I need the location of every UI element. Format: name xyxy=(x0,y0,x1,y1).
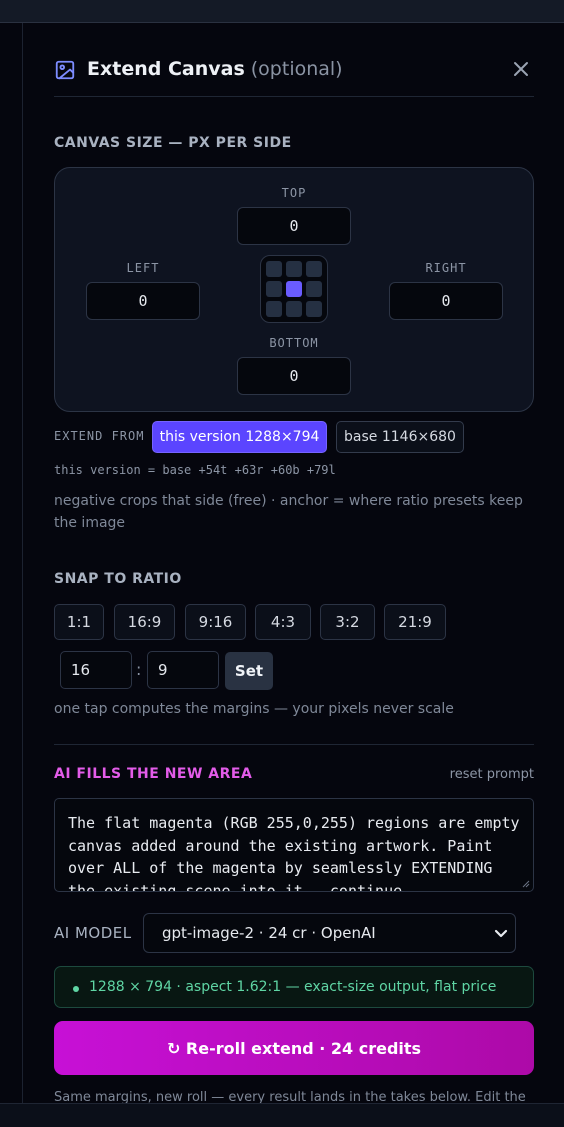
version-info: this version = base +54t +63r +60b +79l xyxy=(54,463,336,477)
right-label: RIGHT xyxy=(425,261,467,275)
right-input[interactable]: 0 xyxy=(389,282,503,320)
ratio-note: one tap computes the margins — your pixe… xyxy=(54,701,454,717)
ai-model-label: AI MODEL xyxy=(54,924,132,942)
left-label: LEFT xyxy=(126,261,160,275)
reset-prompt-link[interactable]: reset prompt xyxy=(450,767,534,782)
extend-from-label: EXTEND FROM xyxy=(54,429,145,443)
output-info-text: 1288 × 794 · aspect 1.62:1 — exact-size … xyxy=(89,979,497,995)
anchor-bottom-left[interactable] xyxy=(266,301,282,317)
top-label: TOP xyxy=(281,186,307,200)
top-input[interactable]: 0 xyxy=(237,207,351,245)
anchor-bottom-right[interactable] xyxy=(306,301,322,317)
optional-tag: (optional) xyxy=(250,58,343,80)
extend-from-this-version[interactable]: this version 1288×794 xyxy=(152,421,327,453)
canvas-size-box: TOP 0 LEFT 0 RIGHT 0 BOTTOM 0 xyxy=(54,167,534,412)
canvas-size-label: CANVAS SIZE — PX PER SIDE xyxy=(54,135,292,151)
ratio-4-3-button[interactable]: 4:3 xyxy=(255,604,311,640)
extend-from-row: EXTEND FROM this version 1288×794 base 1… xyxy=(54,421,534,453)
header-divider xyxy=(54,96,534,97)
prompt-textarea[interactable]: The flat magenta (RGB 255,0,255) regions… xyxy=(54,798,534,892)
left-divider xyxy=(22,23,23,1103)
reroll-extend-button[interactable]: ↻ Re-roll extend · 24 credits xyxy=(54,1021,534,1075)
ai-fill-label: AI FILLS THE NEW AREA xyxy=(54,766,253,782)
footer-note: Same margins, new roll — every result la… xyxy=(54,1090,526,1103)
crop-note: negative crops that side (free) · anchor… xyxy=(54,493,523,531)
ratio-width-input[interactable]: 16 xyxy=(60,651,132,689)
panel-title: Extend Canvas (optional) xyxy=(87,58,343,80)
anchor-right[interactable] xyxy=(306,281,322,297)
anchor-top-right[interactable] xyxy=(306,261,322,277)
ai-model-value: gpt-image-2 · 24 cr · OpenAI xyxy=(162,924,376,942)
section-divider xyxy=(54,744,534,745)
extend-from-base[interactable]: base 1146×680 xyxy=(336,421,464,453)
left-input[interactable]: 0 xyxy=(86,282,200,320)
panel-header: Extend Canvas (optional) xyxy=(54,53,534,87)
anchor-grid xyxy=(260,255,328,323)
anchor-center[interactable] xyxy=(286,281,302,297)
ratio-height-input[interactable]: 9 xyxy=(147,651,219,689)
prompt-text: The flat magenta (RGB 255,0,255) regions… xyxy=(68,814,520,892)
close-icon[interactable] xyxy=(512,60,530,78)
anchor-top-left[interactable] xyxy=(266,261,282,277)
ratio-21-9-button[interactable]: 21:9 xyxy=(384,604,446,640)
anchor-bottom[interactable] xyxy=(286,301,302,317)
set-ratio-button[interactable]: Set xyxy=(225,652,273,690)
top-bar xyxy=(0,0,564,23)
output-info-banner: 1288 × 794 · aspect 1.62:1 — exact-size … xyxy=(54,966,534,1008)
anchor-left[interactable] xyxy=(266,281,282,297)
ratio-16-9-button[interactable]: 16:9 xyxy=(114,604,175,640)
ai-model-select[interactable]: gpt-image-2 · 24 cr · OpenAI xyxy=(143,913,516,953)
bottom-input[interactable]: 0 xyxy=(237,357,351,395)
anchor-top[interactable] xyxy=(286,261,302,277)
ratio-9-16-button[interactable]: 9:16 xyxy=(185,604,246,640)
ratio-3-2-button[interactable]: 3:2 xyxy=(320,604,375,640)
title-text: Extend Canvas xyxy=(87,58,245,80)
ratio-separator: : xyxy=(136,660,142,679)
bottom-label: BOTTOM xyxy=(269,336,319,350)
extend-canvas-panel: Extend Canvas (optional) CANVAS SIZE — PX… xyxy=(54,23,534,1103)
bottom-bar xyxy=(0,1103,564,1127)
status-dot-icon xyxy=(73,986,79,992)
snap-ratio-label: SNAP TO RATIO xyxy=(54,571,182,587)
resize-grip-icon[interactable] xyxy=(520,878,530,888)
image-icon xyxy=(55,60,75,80)
chevron-down-icon xyxy=(494,929,508,938)
ratio-1-1-button[interactable]: 1:1 xyxy=(54,604,104,640)
